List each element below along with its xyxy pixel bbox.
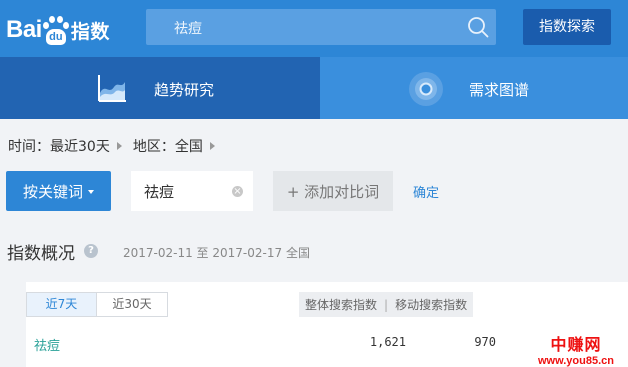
remove-keyword-icon[interactable]: × <box>232 186 243 197</box>
logo-du-text: du <box>45 29 66 45</box>
tab-trend-label: 趋势研究 <box>154 81 215 99</box>
tab-trend-research[interactable]: 趋势研究 <box>0 57 320 119</box>
add-compare-word-button[interactable]: + 添加对比词 <box>273 171 393 211</box>
search-input-value: 祛痘 <box>174 21 202 37</box>
watermark-cn: 中赚网 <box>550 335 602 354</box>
column-total-search-index[interactable]: 整体搜索指数 <box>299 296 383 313</box>
chevron-right-icon <box>209 142 215 150</box>
tab-demand-graph[interactable]: 需求图谱 <box>320 57 628 119</box>
keyword-mode-dropdown[interactable]: 按关键词 <box>6 171 111 211</box>
column-mobile-search-index[interactable]: 移动搜索指数 <box>389 296 473 313</box>
period-7-days[interactable]: 近7天 <box>27 293 97 316</box>
period-toggle: 近7天 近30天 <box>26 292 168 317</box>
baidu-paw-icon: du <box>42 15 69 45</box>
logo-zhishu-text: 指数 <box>70 20 110 43</box>
baidu-index-logo[interactable]: Bai du 指数 <box>6 13 110 47</box>
search-input[interactable]: 祛痘 <box>146 9 496 45</box>
chevron-right-icon <box>116 142 122 150</box>
keyword-value: 祛痘 <box>144 183 175 201</box>
overview-title: 指数概况 <box>7 244 75 264</box>
filter-breadcrumb: 时间：最近30天 地区：全国 <box>8 136 226 156</box>
row-total-index: 1,621 <box>369 335 406 349</box>
overview-date-range: 2017-02-11 至 2017-02-17 <box>123 246 283 260</box>
tab-demand-label: 需求图谱 <box>469 81 530 99</box>
period-30-days[interactable]: 近30天 <box>97 293 167 316</box>
keyword-field[interactable]: 祛痘 × <box>131 171 253 211</box>
trend-chart-icon <box>98 75 126 102</box>
caret-down-icon <box>88 189 94 194</box>
index-explore-button[interactable]: 指数探索 <box>523 9 611 45</box>
main-tab-bar: 趋势研究 需求图谱 <box>0 57 628 119</box>
keyword-mode-label: 按关键词 <box>22 182 83 201</box>
watermark-url: www.you85.cn <box>537 355 614 367</box>
logo-bai-text: Bai <box>6 16 42 43</box>
overview-region: 全国 <box>286 246 311 260</box>
site-watermark: 中赚网 www.you85.cn <box>526 331 626 367</box>
top-header: Bai du 指数 祛痘 指数探索 <box>0 0 628 57</box>
confirm-link[interactable]: 确定 <box>413 182 439 201</box>
row-mobile-index: 970 <box>474 335 496 349</box>
row-keyword-link[interactable]: 祛痘 <box>34 335 60 354</box>
help-icon[interactable]: ? <box>84 244 98 258</box>
time-filter[interactable]: 时间：最近30天 <box>8 136 110 156</box>
index-column-headers: 整体搜索指数 | 移动搜索指数 <box>299 292 474 317</box>
region-filter[interactable]: 地区：全国 <box>133 136 203 156</box>
radar-icon <box>409 72 443 106</box>
search-icon[interactable] <box>467 16 489 38</box>
